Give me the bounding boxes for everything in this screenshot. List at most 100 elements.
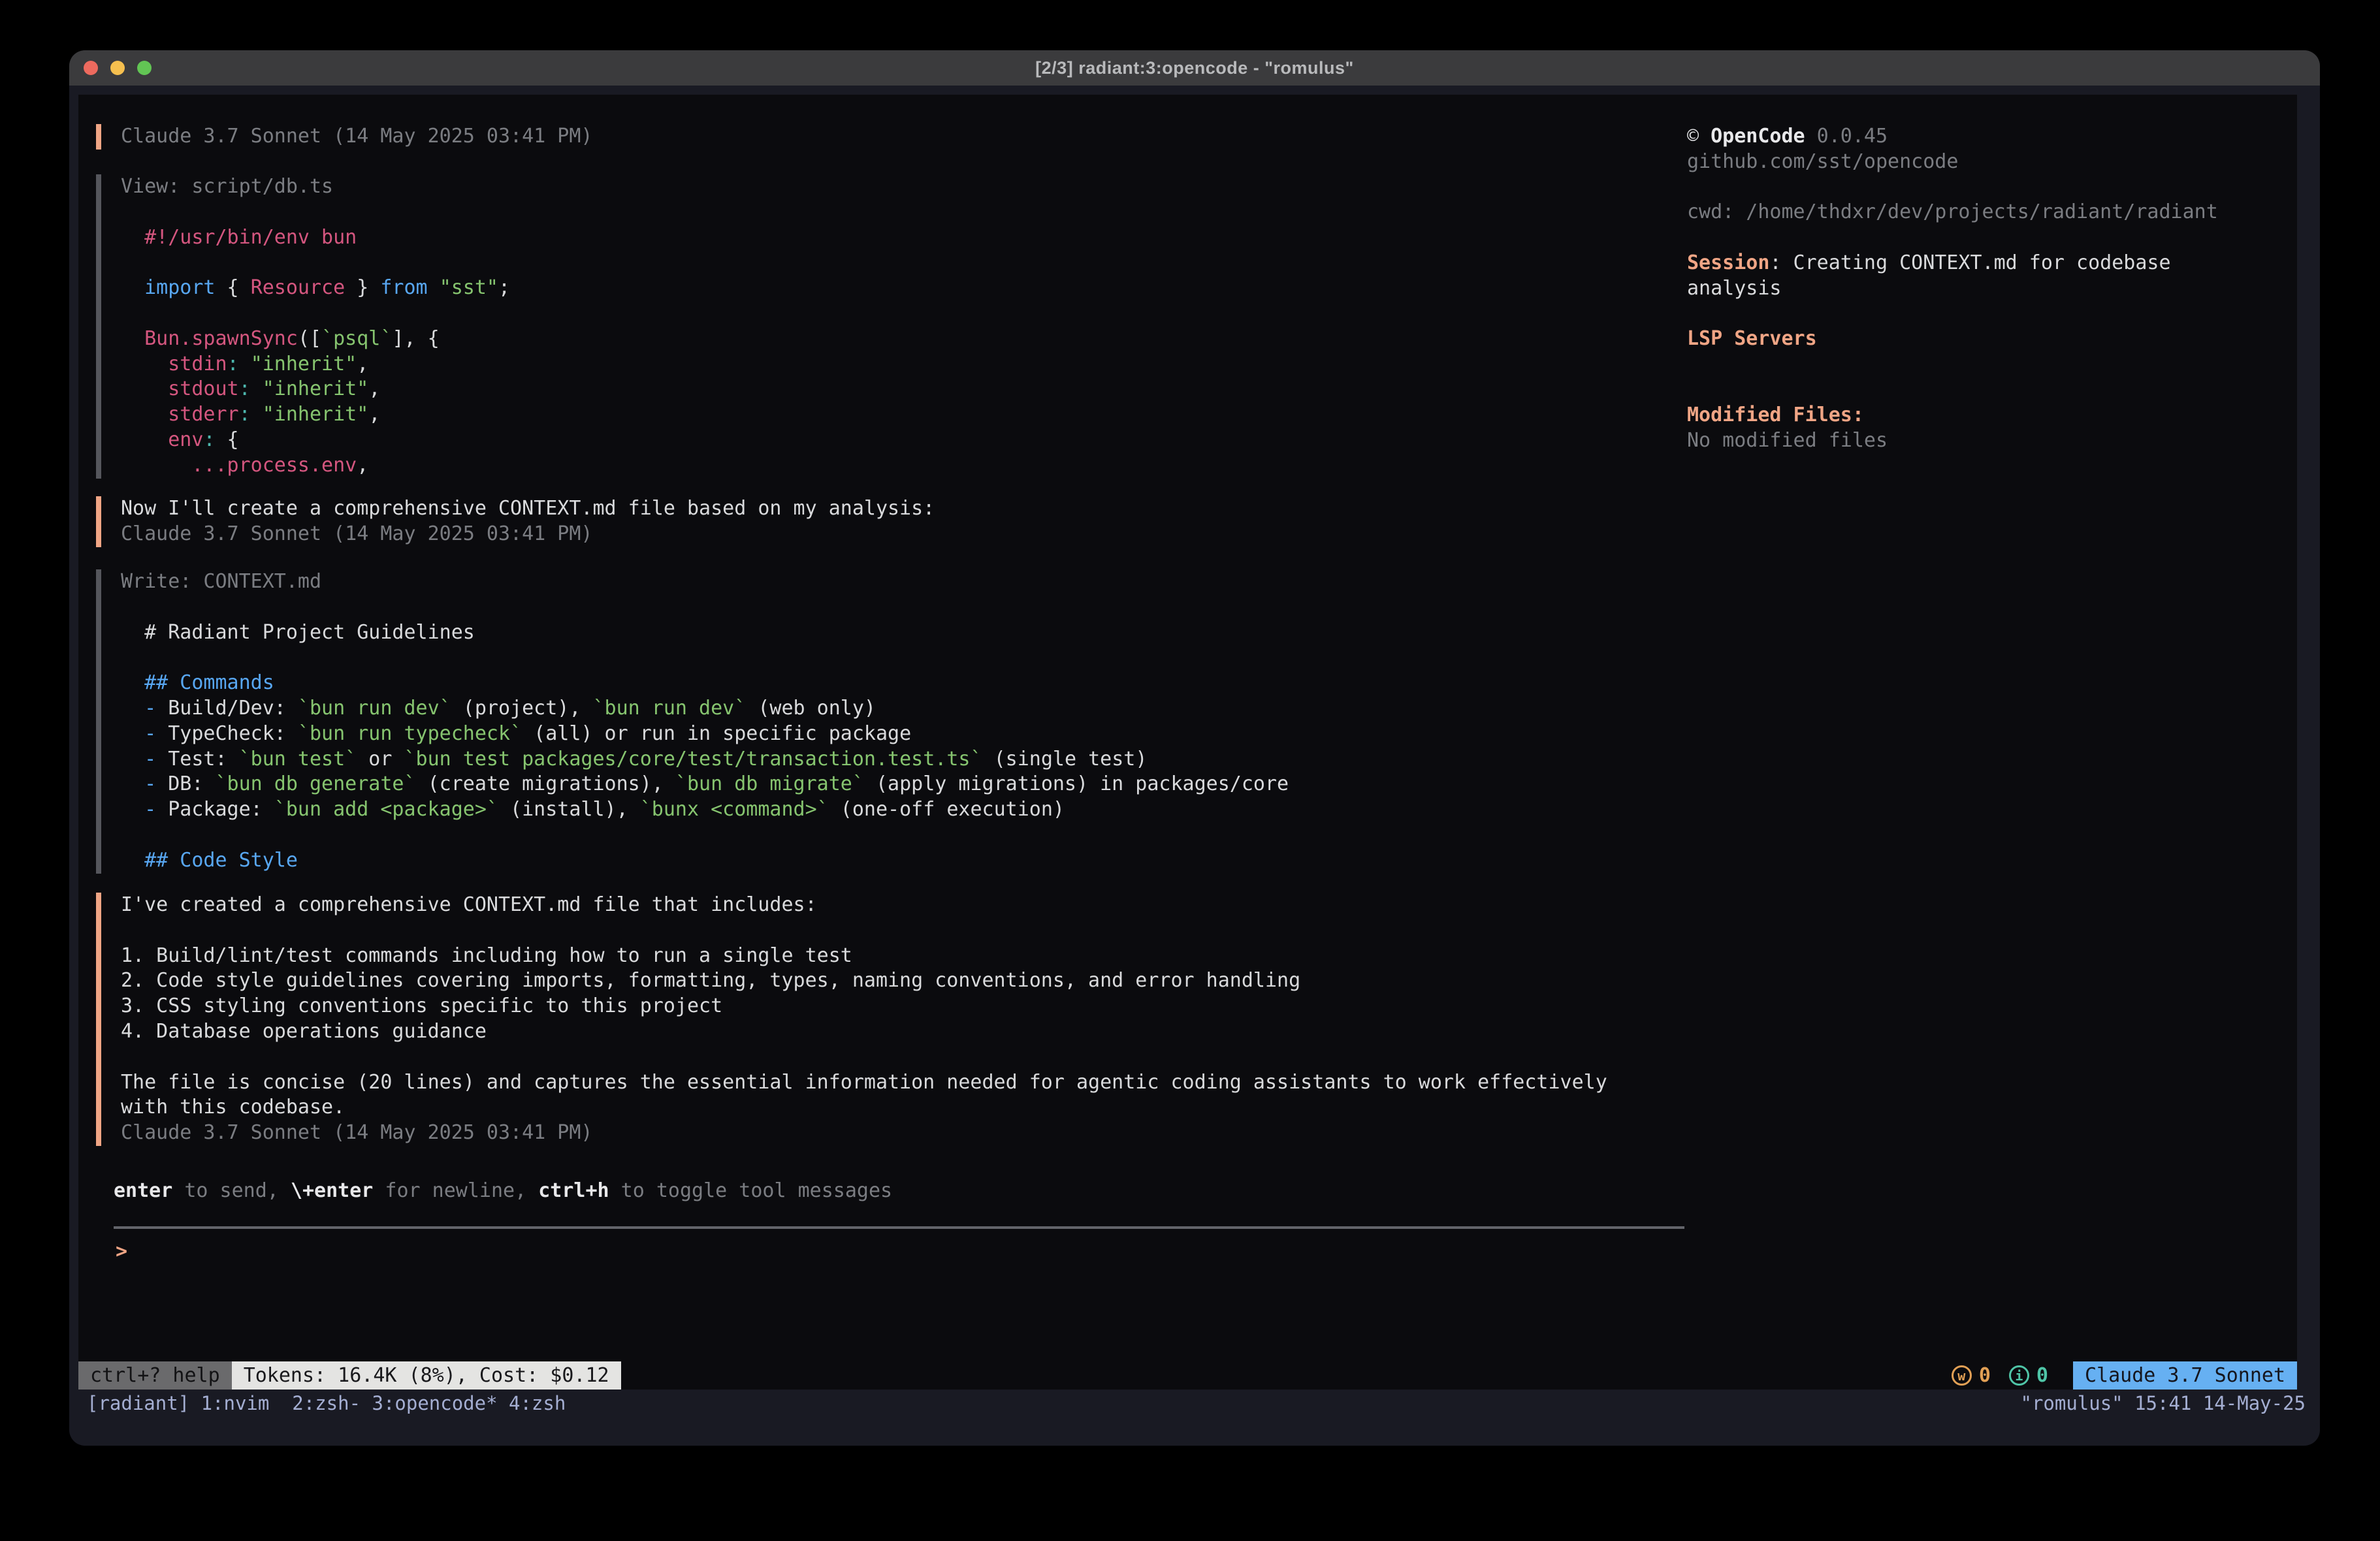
terminal-window: [2/3] radiant:3:opencode - "romulus" Cla… <box>69 50 2320 1446</box>
text-segment: } <box>345 276 380 299</box>
help-badge[interactable]: ctrl+? help <box>78 1361 232 1390</box>
diagnostics: w0i0h0 <box>1952 1364 2048 1387</box>
text-segment: `bun db migrate` <box>675 772 864 795</box>
text-segment: , <box>357 353 368 375</box>
text-segment: TypeCheck: <box>156 722 298 745</box>
text-segment: or <box>357 748 404 770</box>
text-segment: LSP Servers <box>1687 327 1817 350</box>
tokens-cost-badge: Tokens: 16.4K (8%), Cost: $0.12 <box>232 1361 621 1390</box>
text-segment <box>121 748 144 770</box>
window-title: [2/3] radiant:3:opencode - "romulus" <box>1035 58 1354 78</box>
text-segment: (create migrations), <box>416 772 675 795</box>
text-segment: , <box>368 377 380 400</box>
text-segment: I've created a comprehensive CONTEXT.md … <box>121 893 817 916</box>
text-segment: for newline, <box>373 1179 538 1202</box>
text-segment: : <box>239 377 251 400</box>
text-segment <box>121 327 144 350</box>
terminal-line <box>1687 225 2294 251</box>
text-segment: 3. CSS styling conventions specific to t… <box>121 994 722 1017</box>
terminal-line: with this codebase. <box>121 1095 1607 1120</box>
text-segment: `bun db generate` <box>216 772 416 795</box>
text-segment: The file is concise (20 lines) and captu… <box>121 1071 1607 1094</box>
text-segment: © <box>1687 125 1711 148</box>
terminal-line: © OpenCode 0.0.45 <box>1687 124 2294 150</box>
prompt-caret: > <box>116 1240 127 1263</box>
maximize-button[interactable] <box>137 61 152 75</box>
text-segment: Claude 3.7 Sonnet (14 May 2025 03:41 PM) <box>121 522 592 545</box>
minimize-button[interactable] <box>110 61 125 75</box>
terminal-line: github.com/sst/opencode <box>1687 150 2294 175</box>
prompt-input[interactable]: > <box>116 1239 127 1265</box>
text-segment: View: script/db.ts <box>121 175 333 198</box>
text-segment <box>121 849 144 872</box>
terminal-line: stderr: "inherit", <box>121 402 510 428</box>
terminal-line: #!/usr/bin/env bun <box>121 225 510 251</box>
terminal-line: I've created a comprehensive CONTEXT.md … <box>121 893 1607 918</box>
text-segment: analysis <box>1687 277 1782 300</box>
terminal-line: 1. Build/lint/test commands including ho… <box>121 944 1607 969</box>
text-segment: : <box>239 403 251 426</box>
text-segment <box>121 772 144 795</box>
text-segment: Claude 3.7 Sonnet (14 May 2025 03:41 PM) <box>121 125 592 148</box>
terminal-line: stdin: "inherit", <box>121 352 510 377</box>
text-segment: github.com/sst/opencode <box>1687 150 1958 173</box>
text-segment: (web only) <box>746 697 876 720</box>
sidebar: © OpenCode 0.0.45github.com/sst/opencode… <box>1687 124 2294 453</box>
info-diagnostic-count: i0 <box>2009 1364 2048 1387</box>
text-segment <box>121 798 144 821</box>
status-left: ctrl+? help Tokens: 16.4K (8%), Cost: $0… <box>78 1361 621 1390</box>
text-segment: #!/usr/bin/env bun <box>144 226 357 249</box>
input-divider <box>114 1226 1684 1229</box>
text-segment: : <box>203 428 215 451</box>
text-segment: Session <box>1687 251 1769 274</box>
keybinding-hint: enter to send, \+enter for newline, ctrl… <box>114 1179 892 1204</box>
text-segment: stderr <box>168 403 238 426</box>
assistant-message-block: Claude 3.7 Sonnet (14 May 2025 03:41 PM) <box>96 124 592 150</box>
terminal-line: cwd: /home/thdxr/dev/projects/radiant/ra… <box>1687 200 2294 225</box>
text-segment: 1. Build/lint/test commands including ho… <box>121 944 852 967</box>
text-segment: 0.0.45 <box>1805 125 1888 148</box>
text-segment: { <box>216 276 251 299</box>
close-button[interactable] <box>84 61 98 75</box>
model-badge[interactable]: Claude 3.7 Sonnet <box>2073 1361 2297 1390</box>
text-segment: : Creating CONTEXT.md for codebase <box>1769 251 2170 274</box>
text-segment <box>121 403 168 426</box>
terminal-line <box>121 200 510 225</box>
text-segment: (project), <box>451 697 593 720</box>
text-segment: \+enter <box>291 1179 373 1202</box>
text-segment: import <box>144 276 215 299</box>
text-segment: 2. Code style guidelines covering import… <box>121 969 1300 992</box>
terminal-line <box>121 645 1289 671</box>
text-segment <box>121 353 168 375</box>
text-segment: with this codebase. <box>121 1096 345 1119</box>
text-segment <box>121 671 144 694</box>
tmux-session-windows[interactable]: [radiant] 1:nvim 2:zsh- 3:opencode* 4:zs… <box>87 1392 566 1414</box>
terminal-line: - TypeCheck: `bun run typecheck` (all) o… <box>121 722 1289 747</box>
text-segment: (single test) <box>982 748 1148 770</box>
status-right: w0i0h0 Claude 3.7 Sonnet <box>1952 1361 2297 1390</box>
terminal-line: LSP Servers <box>1687 326 2294 352</box>
text-segment: "inherit" <box>263 377 369 400</box>
assistant-message-block: I've created a comprehensive CONTEXT.md … <box>96 893 1607 1146</box>
text-segment: , <box>357 454 368 477</box>
terminal-line <box>1687 352 2294 377</box>
text-segment <box>251 403 263 426</box>
text-segment: Bun.spawnSync <box>144 327 298 350</box>
text-segment <box>251 377 263 400</box>
titlebar: [2/3] radiant:3:opencode - "romulus" <box>69 50 2320 86</box>
tool-output-block: Write: CONTEXT.md # Radiant Project Guid… <box>96 569 1289 874</box>
text-segment: - <box>144 772 156 795</box>
terminal-line: Session: Creating CONTEXT.md for codebas… <box>1687 251 2294 276</box>
text-segment: (apply migrations) in packages/core <box>864 772 1289 795</box>
text-segment: Package: <box>156 798 274 821</box>
text-segment: `bun run dev` <box>593 697 747 720</box>
text-segment: - <box>144 697 156 720</box>
terminal-line <box>121 595 1289 620</box>
assistant-message-block: Now I'll create a comprehensive CONTEXT.… <box>96 496 935 547</box>
text-segment: Resource <box>251 276 346 299</box>
text-segment <box>121 226 144 249</box>
text-segment: from <box>380 276 427 299</box>
text-segment: `bunx <command>` <box>640 798 829 821</box>
terminal-line: - Test: `bun test` or `bun test packages… <box>121 747 1289 772</box>
text-segment: Modified Files: <box>1687 404 1864 426</box>
